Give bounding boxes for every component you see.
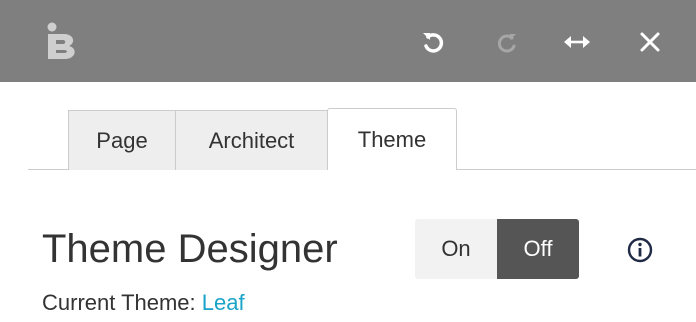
undo-button[interactable] — [416, 25, 450, 59]
horizontal-resize-icon — [564, 36, 590, 48]
redo-icon — [497, 34, 516, 53]
current-theme-link[interactable]: Leaf — [202, 290, 245, 315]
info-icon[interactable] — [626, 236, 654, 264]
tab-page[interactable]: Page — [68, 110, 176, 170]
toggle-off-button[interactable]: Off — [497, 219, 579, 279]
resize-button[interactable] — [560, 25, 594, 59]
close-icon — [640, 32, 660, 52]
page-title: Theme Designer — [42, 227, 338, 271]
redo-button[interactable] — [490, 25, 524, 59]
undo-icon — [423, 33, 444, 53]
close-button[interactable] — [633, 25, 667, 59]
top-toolbar — [0, 0, 696, 82]
current-theme: Current Theme: Leaf — [42, 290, 245, 316]
toggle-on-button[interactable]: On — [415, 219, 497, 279]
tab-bar: Page Architect Theme — [0, 108, 696, 170]
letter-b-logo-icon — [47, 22, 75, 59]
tab-architect[interactable]: Architect — [175, 110, 328, 170]
tab-theme[interactable]: Theme — [327, 108, 457, 170]
current-theme-label: Current Theme: — [42, 290, 202, 315]
theme-designer-toggle: On Off — [415, 219, 579, 279]
